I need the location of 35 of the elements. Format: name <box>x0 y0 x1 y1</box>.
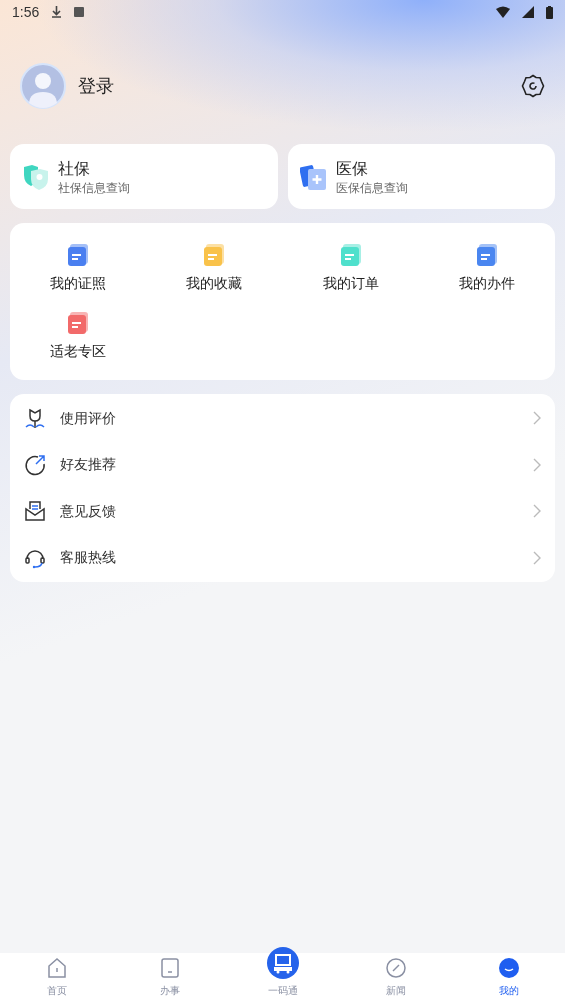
signal-icon <box>522 6 534 18</box>
card-subtitle: 社保信息查询 <box>58 179 130 196</box>
chevron-right-icon <box>533 550 541 565</box>
shortcut-item[interactable]: 我的收藏 <box>146 243 283 294</box>
nav-tab[interactable]: 我的 <box>452 957 565 998</box>
nav-tab[interactable]: 新闻 <box>339 957 452 998</box>
menu-item[interactable]: 意见反馈 <box>10 488 555 535</box>
shortcut-item[interactable]: 我的订单 <box>282 243 419 294</box>
tablet-icon <box>158 957 181 979</box>
chevron-right-icon <box>533 411 541 426</box>
menu-item[interactable]: 客服热线 <box>10 534 555 581</box>
chevron-right-icon <box>533 457 541 472</box>
shortcut-item[interactable]: 适老专区 <box>10 311 147 362</box>
status-time: 1:56 <box>12 2 40 22</box>
service-card[interactable]: 医保 医保信息查询 <box>287 144 555 209</box>
battery-icon <box>546 5 553 19</box>
card-subtitle: 医保信息查询 <box>335 179 408 196</box>
smile-icon <box>497 957 520 979</box>
menu-item[interactable]: 好友推荐 <box>10 441 555 488</box>
compass-icon <box>384 957 407 979</box>
flower-icon <box>24 407 46 430</box>
chevron-right-icon <box>533 504 541 519</box>
share-icon <box>24 453 46 476</box>
download-icon <box>51 6 63 18</box>
mail-icon <box>24 500 46 523</box>
card-title: 医保 <box>335 158 369 179</box>
service-card[interactable]: 社保 社保信息查询 <box>10 144 278 209</box>
home-icon <box>45 957 68 979</box>
shortcut-item[interactable]: 我的办件 <box>418 243 555 294</box>
shortcut-item[interactable]: 我的证照 <box>10 243 147 294</box>
menu-item[interactable]: 使用评价 <box>10 395 555 442</box>
wifi-icon <box>496 6 510 18</box>
card-title: 社保 <box>58 158 91 179</box>
settings-icon[interactable] <box>521 74 545 98</box>
login-button[interactable]: 登录 <box>78 72 114 100</box>
